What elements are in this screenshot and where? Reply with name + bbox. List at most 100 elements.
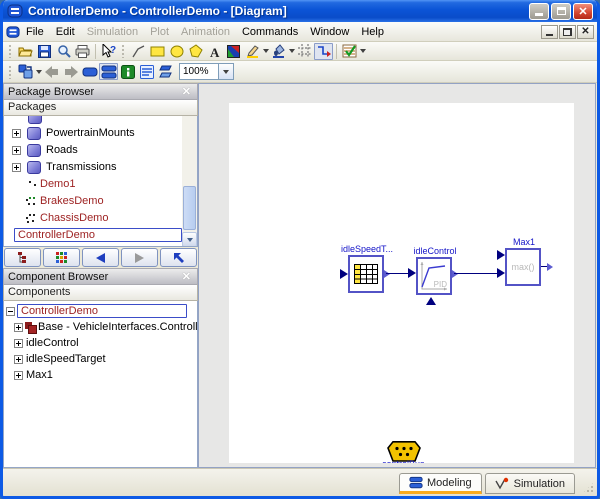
menu-commands[interactable]: Commands [236,24,304,40]
mdi-document-icon[interactable] [6,25,20,39]
expand-icon[interactable] [14,323,23,332]
output-port[interactable] [547,263,553,271]
packages-column-header[interactable]: Packages [3,100,198,116]
tree-row-controllerdemo[interactable]: ControllerDemo [4,227,197,243]
fill-color-button[interactable] [269,43,288,60]
scroll-down-button[interactable] [182,232,197,247]
icon-layer-button[interactable] [80,63,99,80]
menu-edit[interactable]: Edit [50,24,81,40]
print-button[interactable] [73,43,92,60]
forward-button[interactable] [61,63,80,80]
expand-icon[interactable] [14,371,23,380]
scroll-thumb[interactable] [183,186,196,230]
menu-simulation[interactable]: Simulation [81,24,144,40]
tree-row-chassisdemo[interactable]: ChassisDemo [4,210,197,226]
icon-view-button[interactable] [43,248,80,267]
components-column-header[interactable]: Components [3,285,198,301]
mdi-restore-button[interactable] [559,25,576,39]
mdi-minimize-button[interactable] [541,25,558,39]
block-idlespeedtarget[interactable] [348,255,384,293]
tree-row-idlecontrol[interactable]: idleControl [4,335,197,351]
menu-plot[interactable]: Plot [144,24,175,40]
input-port[interactable] [340,269,348,279]
output-port[interactable] [384,270,390,278]
input-port[interactable] [408,268,416,278]
documentation-button[interactable] [118,63,137,80]
tab-simulation[interactable]: Simulation [485,473,575,494]
expand-icon[interactable] [14,355,23,364]
tree-row-brakesdemo[interactable]: BrakesDemo [4,193,197,209]
title-bar[interactable]: ControllerDemo - ControllerDemo - [Diagr… [3,0,597,22]
toolbar-grip[interactable] [8,44,13,58]
menu-file[interactable]: File [20,24,50,40]
tab-modeling[interactable]: Modeling [399,473,482,494]
line-tool-button[interactable] [129,43,148,60]
menu-animation[interactable]: Animation [175,24,236,40]
ellipse-tool-button[interactable] [167,43,186,60]
rectangle-tool-button[interactable] [148,43,167,60]
resize-grip[interactable] [582,481,595,494]
zoom-dropdown-button[interactable] [219,63,234,80]
connection-wire[interactable] [454,273,498,274]
output-port[interactable] [452,270,458,278]
text-tool-button[interactable]: A [205,43,224,60]
polygon-tool-button[interactable] [186,43,205,60]
tree-row-roads[interactable]: Roads [4,142,197,158]
mdi-close-button[interactable]: ✕ [577,25,594,39]
save-button[interactable] [35,43,54,60]
connection-wire[interactable] [386,273,409,274]
tree-row-controllerdemo-root[interactable]: ControllerDemo [4,303,197,319]
component-browser-header[interactable]: Component Browser ✕ [3,268,198,285]
package-hierarchy-button[interactable] [4,248,41,267]
toolbar-grip[interactable] [121,44,126,58]
tree-row-transmissions[interactable]: Transmissions [4,159,197,175]
diagram-layer-button[interactable] [99,63,118,80]
grid-button[interactable] [295,43,314,60]
model-actions-button[interactable] [16,63,35,80]
context-help-button[interactable]: ? [99,43,118,60]
collapse-icon[interactable] [6,307,15,316]
block-idlecontrol[interactable]: PID [416,257,452,295]
component-browser-close-icon[interactable]: ✕ [180,270,193,283]
check-model-dropdown[interactable] [360,49,366,53]
input-port-upper[interactable] [497,250,505,260]
bitmap-tool-button[interactable] [224,43,243,60]
tree-row-powertrainmounts[interactable]: PowertrainMounts [4,125,197,141]
expand-icon[interactable] [12,129,21,138]
go-up-button[interactable] [160,248,197,267]
close-button[interactable]: ✕ [573,3,593,20]
back-button[interactable] [42,63,61,80]
menu-help[interactable]: Help [355,24,390,40]
check-model-button[interactable] [340,43,359,60]
connect-mode-button[interactable] [314,43,333,60]
input-port-lower[interactable] [497,268,505,278]
expand-icon[interactable] [12,163,21,172]
selected-item[interactable]: ControllerDemo [17,304,187,318]
minimize-button[interactable] [529,3,549,20]
zoom-level-value[interactable]: 100% [179,63,219,80]
component-view-button[interactable] [156,63,175,80]
expand-icon[interactable] [12,146,21,155]
block-max1[interactable]: max() [505,248,541,286]
expand-icon[interactable] [14,339,23,348]
tree-row-max1[interactable]: Max1 [4,367,197,383]
tree-row-demo1[interactable]: Demo1 [4,176,197,192]
pen-color-button[interactable] [243,43,262,60]
package-browser-header[interactable]: Package Browser ✕ [3,83,198,100]
selected-item[interactable]: ControllerDemo [14,228,182,242]
text-layer-button[interactable] [137,63,156,80]
maximize-button[interactable] [551,3,571,20]
package-tree-scrollbar[interactable] [182,116,197,247]
toolbar-grip[interactable] [8,65,13,79]
menu-window[interactable]: Window [304,24,355,40]
open-button[interactable] [16,43,35,60]
zoom-button[interactable] [54,43,73,60]
browser-back-button[interactable] [82,248,119,267]
bottom-input-port[interactable] [426,297,436,305]
tree-row-idlespeedtarget[interactable]: idleSpeedTarget [4,351,197,367]
diagram-canvas[interactable]: idleSpeedT... idleControl [229,103,574,463]
zoom-combo[interactable]: 100% [179,63,234,80]
browser-forward-button[interactable] [121,248,158,267]
package-browser-close-icon[interactable]: ✕ [180,85,193,98]
tree-row-base[interactable]: Base - VehicleInterfaces.Controllers.In.… [4,319,197,335]
